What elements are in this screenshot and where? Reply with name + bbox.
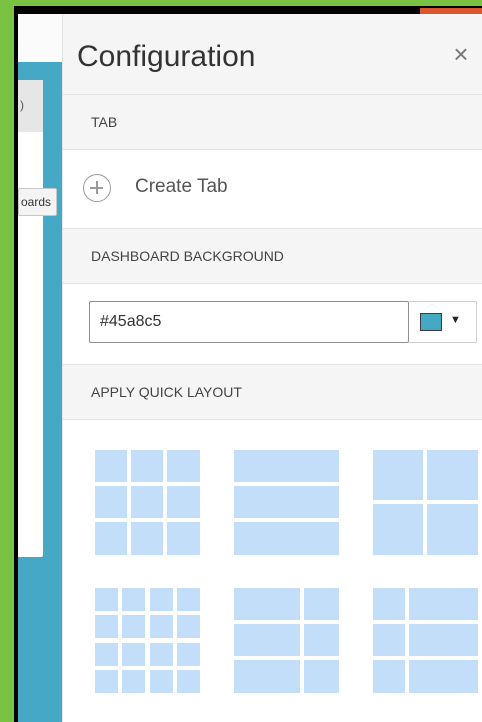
- tab-section-body: [63, 150, 482, 228]
- layout-cell: [373, 660, 405, 693]
- layout-cell: [122, 615, 145, 638]
- layout-grid-4x4[interactable]: [95, 588, 200, 693]
- dashboard-widget[interactable]: [18, 80, 43, 557]
- layout-cell: [373, 624, 405, 656]
- layout-cell: [234, 450, 339, 482]
- panel-title: Configuration: [77, 40, 256, 73]
- layout-cell: [409, 660, 478, 693]
- dashboards-tooltip: oards: [18, 188, 58, 216]
- layout-cell: [304, 624, 339, 656]
- layout-cell: [409, 588, 478, 620]
- background-section-heading: DASHBOARD BACKGROUND: [63, 228, 482, 284]
- layout-cell: [150, 670, 173, 693]
- layout-cell: [150, 588, 173, 611]
- layout-cell: [234, 660, 300, 693]
- layout-two-by-two[interactable]: [373, 450, 478, 555]
- layout-cell: [177, 670, 200, 693]
- layout-cell: [234, 588, 300, 620]
- quick-layout-section-heading: APPLY QUICK LAYOUT: [63, 364, 482, 420]
- layout-three-rows[interactable]: [234, 450, 339, 555]
- layout-cell: [131, 486, 163, 518]
- color-picker-button[interactable]: ▼: [409, 301, 477, 343]
- layout-cell: [234, 522, 339, 555]
- tab-section-heading: TAB: [63, 94, 482, 150]
- layout-cell: [131, 522, 163, 555]
- layout-cell: [95, 643, 118, 666]
- tab-heading-label: TAB: [91, 114, 118, 130]
- layout-cell: [95, 588, 118, 611]
- window-border-top: [0, 0, 482, 6]
- layout-cell: [150, 615, 173, 638]
- layout-wide-left-grid[interactable]: [234, 588, 339, 693]
- layout-cell: [373, 450, 423, 500]
- widget-header: ): [18, 80, 43, 132]
- configuration-panel: Configuration × TAB Create Tab DASHBOARD…: [62, 14, 482, 722]
- layout-cell: [427, 450, 478, 500]
- layout-cell: [234, 624, 300, 656]
- layout-cell: [304, 660, 339, 693]
- layout-cell: [409, 624, 478, 656]
- layout-cell: [122, 588, 145, 611]
- layout-cell: [131, 450, 163, 482]
- layout-cell: [150, 643, 173, 666]
- layout-cell: [427, 504, 478, 555]
- window-border-left: [0, 0, 14, 722]
- create-tab-label: Create Tab: [135, 176, 228, 197]
- panel-header: Configuration ×: [63, 14, 482, 94]
- layout-cell: [95, 522, 127, 555]
- close-icon[interactable]: ×: [449, 41, 473, 67]
- caret-down-icon: ▼: [450, 314, 461, 326]
- background-heading-label: DASHBOARD BACKGROUND: [91, 248, 284, 264]
- plus-circle-icon: [83, 174, 111, 202]
- layout-cell: [167, 486, 200, 518]
- color-swatch: [420, 313, 442, 331]
- layout-cell: [177, 588, 200, 611]
- layout-cell: [95, 670, 118, 693]
- layout-cell: [122, 670, 145, 693]
- layout-cell: [177, 643, 200, 666]
- layout-cell: [304, 588, 339, 620]
- quick-layout-heading-label: APPLY QUICK LAYOUT: [91, 384, 242, 400]
- layout-cell: [167, 522, 200, 555]
- layout-cell: [95, 615, 118, 638]
- layout-cell: [234, 486, 339, 518]
- layout-cell: [122, 643, 145, 666]
- layout-cell: [95, 450, 127, 482]
- layout-cell: [373, 588, 405, 620]
- layout-grid-3x3[interactable]: [95, 450, 200, 555]
- widget-header-text: ): [20, 98, 24, 112]
- layout-cell: [373, 504, 423, 555]
- layout-cell: [167, 450, 200, 482]
- layout-wide-right-grid[interactable]: [373, 588, 478, 693]
- layout-cell: [95, 486, 127, 518]
- layout-cell: [177, 615, 200, 638]
- dashboard-toolbar: [18, 14, 62, 62]
- background-color-input[interactable]: #45a8c5: [89, 301, 409, 343]
